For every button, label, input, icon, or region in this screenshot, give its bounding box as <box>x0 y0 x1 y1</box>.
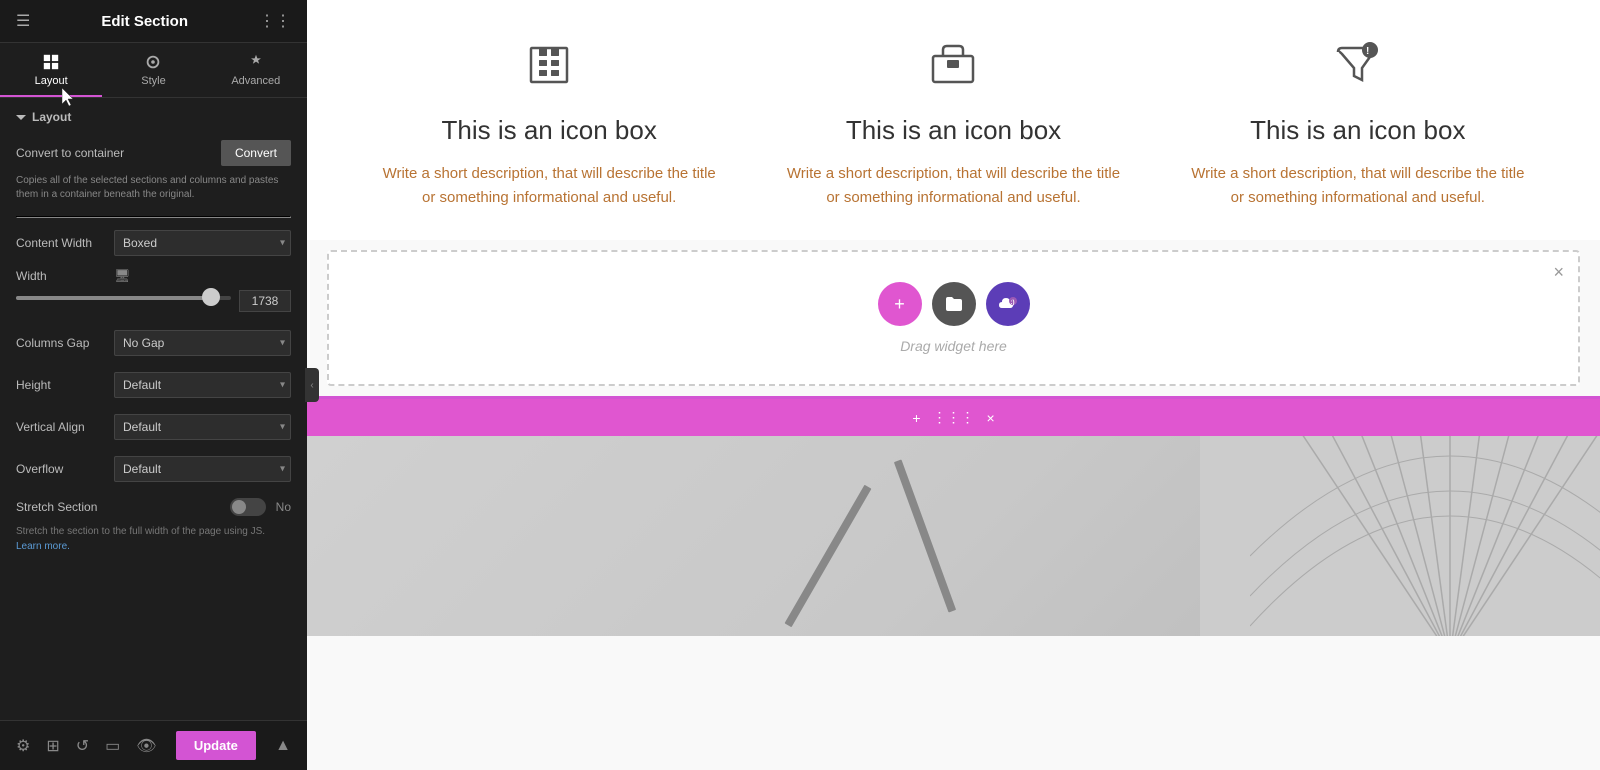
main-canvas: This is an icon box Write a short descri… <box>307 0 1600 770</box>
overflow-label: Overflow <box>16 462 106 476</box>
svg-text:!: ! <box>1366 46 1369 57</box>
layers-icon[interactable]: ⊞ <box>46 736 59 756</box>
stretch-section-row: Stretch Section No <box>0 490 307 524</box>
overflow-select-wrapper: Default ▾ <box>114 456 291 482</box>
overflow-select[interactable]: Default <box>114 456 291 482</box>
section-toolbar-inner: + ⋮⋮⋮ × <box>899 403 1007 432</box>
layout-section-header: Layout <box>0 98 307 132</box>
stretch-description: Stretch the section to the full width of… <box>0 524 307 564</box>
sidebar-footer: ⚙ ⊞ ↺ ▭ 👁 Update ▲ <box>0 720 307 770</box>
tab-advanced-label: Advanced <box>231 75 280 87</box>
layout-section-label: Layout <box>32 110 71 124</box>
vertical-align-row: Vertical Align Default ▾ <box>0 406 307 448</box>
sidebar-collapse-handle[interactable]: ‹ <box>305 368 319 402</box>
convert-description: Copies all of the selected sections and … <box>0 174 307 212</box>
history-icon[interactable]: ↺ <box>76 736 89 756</box>
tab-layout[interactable]: Layout <box>0 43 102 97</box>
toolbar-move-button[interactable]: ⋮⋮⋮ <box>928 407 980 428</box>
drag-actions: + :) <box>878 282 1030 326</box>
sidebar-title: Edit Section <box>30 13 259 30</box>
icon-box-1-icon <box>525 40 573 95</box>
visibility-icon[interactable]: 👁 <box>136 736 156 756</box>
drag-widget-text: Drag widget here <box>900 338 1007 354</box>
add-widget-button[interactable]: + <box>878 282 922 326</box>
columns-gap-select-wrapper: No Gap ▾ <box>114 330 291 356</box>
height-row: Height Default ▾ <box>0 364 307 406</box>
sidebar: ☰ Edit Section ⋮⋮ Layout Style Advanced … <box>0 0 307 770</box>
settings-icon[interactable]: ⚙ <box>16 736 30 756</box>
tab-style-label: Style <box>141 75 165 87</box>
height-select-wrapper: Default ▾ <box>114 372 291 398</box>
empty-drop-section: × + :) Drag widget here <box>327 250 1580 386</box>
learn-more-link[interactable]: Learn more. <box>16 541 70 552</box>
vertical-align-select-wrapper: Default ▾ <box>114 414 291 440</box>
grid-icon[interactable]: ⋮⋮ <box>259 11 291 31</box>
sidebar-header: ☰ Edit Section ⋮⋮ <box>0 0 307 43</box>
icon-box-1-desc: Write a short description, that will des… <box>377 162 721 210</box>
columns-gap-row: Columns Gap No Gap ▾ <box>0 322 307 364</box>
overflow-row: Overflow Default ▾ <box>0 448 307 490</box>
content-width-row: Content Width Boxed ▾ <box>0 222 307 264</box>
vertical-align-select[interactable]: Default <box>114 414 291 440</box>
icon-box-2: This is an icon box Write a short descri… <box>751 40 1155 210</box>
stretch-toggle-label: No <box>276 500 291 514</box>
section-toolbar: + ⋮⋮⋮ × <box>307 399 1600 436</box>
width-slider-fill <box>16 296 210 300</box>
stretch-section-label: Stretch Section <box>16 500 106 514</box>
monitor-icon: 🖥 <box>114 268 131 284</box>
toolbar-delete-button[interactable]: × <box>982 408 1000 428</box>
fan-graphic <box>1200 436 1600 636</box>
width-label: Width <box>16 269 106 283</box>
convert-label: Convert to container <box>16 146 124 160</box>
columns-gap-select[interactable]: No Gap <box>114 330 291 356</box>
width-value-input[interactable] <box>239 290 291 312</box>
width-slider-thumb[interactable] <box>202 288 220 306</box>
cloud-widget-button[interactable]: :) <box>986 282 1030 326</box>
collapse-button[interactable]: ▲ <box>275 737 291 755</box>
bottom-image-section <box>307 436 1600 636</box>
icon-box-2-icon <box>929 40 977 95</box>
convert-to-container-row: Convert to container Convert <box>0 132 307 174</box>
update-button[interactable]: Update <box>176 731 256 760</box>
icon-box-3: ! This is an icon box Write a short desc… <box>1156 40 1560 210</box>
columns-gap-label: Columns Gap <box>16 336 106 350</box>
stretch-toggle-row: No <box>230 498 291 516</box>
convert-button[interactable]: Convert <box>221 140 291 166</box>
stretch-toggle-knob <box>232 500 246 514</box>
icon-box-2-title: This is an icon box <box>846 115 1061 146</box>
stretch-toggle[interactable] <box>230 498 266 516</box>
empty-section-close[interactable]: × <box>1553 262 1564 283</box>
tab-layout-label: Layout <box>35 75 68 87</box>
icon-box-3-title: This is an icon box <box>1250 115 1465 146</box>
icon-boxes-section: This is an icon box Write a short descri… <box>307 0 1600 240</box>
width-slider-track[interactable] <box>16 296 231 300</box>
content-width-label: Content Width <box>16 236 106 250</box>
pencil-graphic-1 <box>785 485 872 628</box>
icon-box-2-desc: Write a short description, that will des… <box>781 162 1125 210</box>
tab-style[interactable]: Style <box>102 43 204 97</box>
footer-icons: ⚙ ⊞ ↺ ▭ 👁 <box>16 736 157 756</box>
icon-box-1-title: This is an icon box <box>442 115 657 146</box>
pencil-graphic-2 <box>894 459 956 612</box>
sidebar-content: Layout Convert to container Convert Copi… <box>0 98 307 770</box>
icon-box-3-icon: ! <box>1334 40 1382 95</box>
responsive-icon[interactable]: ▭ <box>105 736 120 756</box>
template-library-button[interactable] <box>932 282 976 326</box>
content-width-select-wrapper: Boxed ▾ <box>114 230 291 256</box>
height-label: Height <box>16 378 106 392</box>
svg-text::): :) <box>1010 300 1014 306</box>
height-select[interactable]: Default <box>114 372 291 398</box>
icon-box-3-desc: Write a short description, that will des… <box>1186 162 1530 210</box>
content-width-select[interactable]: Boxed <box>114 230 291 256</box>
sidebar-tabs: Layout Style Advanced <box>0 43 307 98</box>
width-row: Width 🖥 <box>0 264 307 322</box>
toolbar-add-button[interactable]: + <box>907 408 925 428</box>
hamburger-icon[interactable]: ☰ <box>16 11 30 31</box>
tab-advanced[interactable]: Advanced <box>205 43 307 97</box>
vertical-align-label: Vertical Align <box>16 420 106 434</box>
icon-box-1: This is an icon box Write a short descri… <box>347 40 751 210</box>
image-placeholder <box>307 436 1600 636</box>
